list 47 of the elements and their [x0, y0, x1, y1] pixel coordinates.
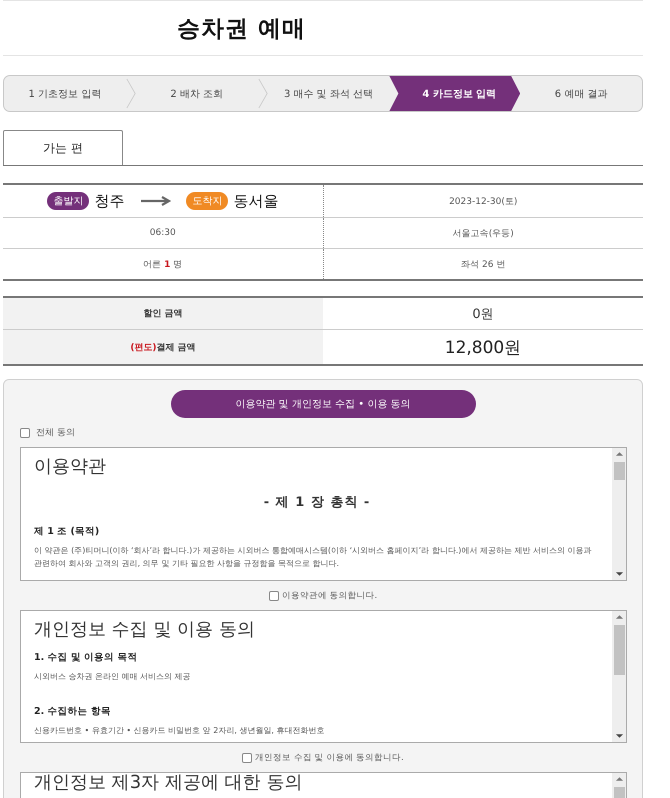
fare-label: 할인 금액: [3, 297, 323, 330]
step-tab[interactable]: 3 매수 및 좌석 선택: [268, 76, 390, 111]
step-tab[interactable]: 4 카드정보 입력: [389, 76, 520, 111]
fare-amount: 0원: [323, 297, 643, 330]
departure-city: 청주: [94, 192, 124, 210]
checkbox[interactable]: [20, 428, 30, 438]
scrollbar-thumb[interactable]: [614, 462, 624, 480]
step-tab[interactable]: 1 기초정보 입력: [4, 76, 126, 111]
agreement-heading: 이용약관 및 개인정보 수집 • 이용 동의: [170, 390, 476, 418]
direction-tab[interactable]: 가는 편: [3, 130, 123, 165]
paragraph: 시외버스 승차권 온라인 예매 서비스의 제공: [34, 671, 192, 683]
scrollbar-thumb[interactable]: [614, 625, 624, 675]
scroll-down-icon[interactable]: [614, 570, 624, 578]
fare-amount: 12,800원: [323, 330, 643, 365]
scroll-up-icon[interactable]: [614, 613, 624, 621]
paragraph: 이 약관은 (주)티머니(이하 ‘회사’라 합니다.)가 제공하는 시외버스 통합예매시스템(이하 ‘시외버스 홈페이지’라 합니다.)에서 제공하는 제반 서비스의 이용과 관련하여 회사와 고객의 권리, 의무 및 기타 필요한 사항을 규정함을 목적으로 합니다.: [34, 545, 593, 570]
arrow-icon: [141, 196, 172, 206]
checkbox[interactable]: [242, 752, 252, 762]
table-cell: 06:30: [3, 218, 323, 248]
scrollbar[interactable]: [612, 448, 626, 580]
table-cell: 2023-12-30(토): [323, 184, 643, 218]
scrollbar[interactable]: [612, 611, 626, 742]
passenger-text: 어른 1 명: [143, 260, 182, 270]
document-title: 개인정보 제3자 제공에 대한 동의: [34, 773, 304, 793]
scroll-up-icon[interactable]: [614, 450, 624, 458]
scroll-down-icon[interactable]: [614, 732, 624, 740]
scroll-up-icon[interactable]: [614, 775, 624, 783]
arrival-city: 동서울: [233, 192, 278, 210]
table-cell: 서울고속(우등): [323, 218, 643, 248]
document-title: 이용약관: [34, 455, 107, 478]
agree-all-label[interactable]: 전체 동의: [36, 426, 75, 439]
section-heading: 1. 수집 및 이용의 목적: [34, 651, 138, 664]
step-tab[interactable]: 6 예매 결과: [520, 76, 642, 111]
section-heading: 2. 수집하는 항목: [34, 705, 112, 718]
checkbox[interactable]: [268, 590, 279, 600]
paragraph: 신용카드번호 • 유효기간 • 신용카드 비밀번호 앞 2자리, 생년월일, 휴대전화번호: [34, 725, 326, 737]
fare-label: (편도)결제 금액: [3, 330, 323, 365]
page-title: 승차권 예매: [177, 14, 306, 44]
section-heading: 제 1 조 (목적): [34, 525, 100, 538]
step-tab[interactable]: 2 배차 조회: [136, 76, 258, 111]
arrival-badge: 도착지: [186, 192, 228, 210]
consent-label[interactable]: 개인정보 수집 및 이용에 동의합니다.: [255, 752, 404, 764]
chapter-heading: - 제 1 장 총칙 -: [262, 494, 372, 511]
document-title: 개인정보 수집 및 이용 동의: [34, 618, 256, 641]
departure-badge: 출발지: [47, 192, 90, 210]
consent-label[interactable]: 이용약관에 동의합니다.: [282, 590, 378, 602]
table-cell: 좌석 26 번: [323, 248, 643, 280]
